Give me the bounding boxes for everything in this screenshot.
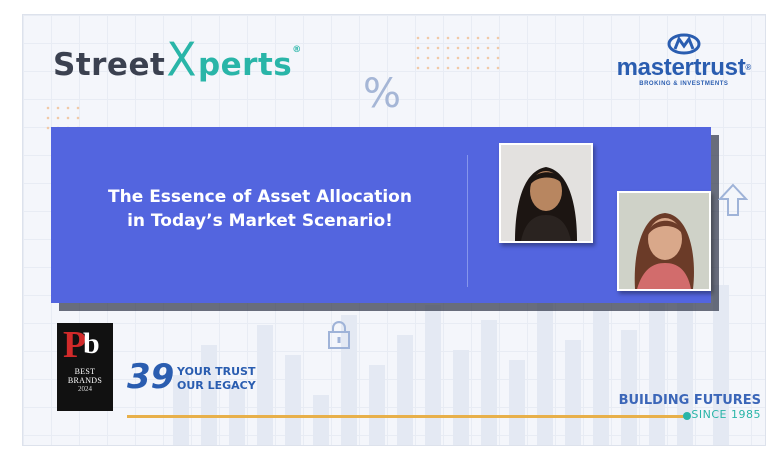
decor-dots: [413, 33, 503, 73]
speaker-photo-2: [617, 191, 711, 291]
timeline-line: [127, 415, 687, 418]
best-brands-award-logo: Pb BEST BRANDS 2024: [57, 323, 113, 411]
award-monogram: Pb: [57, 323, 113, 367]
speaker-photo-1: [499, 143, 593, 243]
legacy-line-2: OUR LEGACY: [177, 379, 256, 392]
lock-icon: [328, 321, 350, 349]
award-line-2: BRANDS: [67, 376, 103, 385]
speaker-2-portrait: [619, 193, 709, 289]
mastertrust-logo-icon: [667, 33, 701, 55]
legacy-years: 39: [127, 357, 175, 397]
building-futures-tagline: BUILDING FUTURES SINCE 1985: [619, 393, 761, 421]
headline: The Essence of Asset Allocation in Today…: [65, 185, 455, 233]
headline-line-2: in Today’s Market Scenario!: [127, 211, 393, 231]
logo-street-word: Street: [53, 47, 166, 83]
mastertrust-tagline: BROKING & INVESTMENTS: [639, 81, 729, 87]
title-banner: The Essence of Asset Allocation in Today…: [51, 127, 711, 303]
logo-registered-mark: ®: [292, 45, 302, 55]
since-year-text: SINCE 1985: [691, 408, 761, 421]
building-futures-text: BUILDING FUTURES: [618, 393, 761, 408]
logo-perts-word: perts: [197, 47, 293, 83]
mastertrust-logo: mastertrust® BROKING & INVESTMENTS: [617, 33, 751, 87]
percent-icon: %: [363, 71, 402, 117]
streetxperts-logo: StreetXperts®: [53, 33, 302, 88]
award-line-1: BEST: [74, 367, 96, 376]
legacy-text: YOUR TRUST OUR LEGACY: [177, 365, 256, 393]
speaker-1-portrait: [501, 145, 591, 241]
mastertrust-name: mastertrust: [616, 54, 746, 81]
headline-line-1: The Essence of Asset Allocation: [108, 187, 412, 207]
mastertrust-wordmark: mastertrust®: [616, 54, 752, 81]
banner-divider: [467, 155, 468, 287]
poster: StreetXperts® mastertrust® BROKING & INV…: [22, 14, 766, 446]
up-arrow-icon: [718, 183, 748, 216]
award-year: 2024: [78, 385, 92, 393]
mastertrust-registered-mark: ®: [745, 63, 751, 72]
legacy-line-1: YOUR TRUST: [177, 365, 256, 378]
logo-x-letter: X: [166, 33, 197, 88]
award-letter-b: b: [83, 327, 100, 360]
